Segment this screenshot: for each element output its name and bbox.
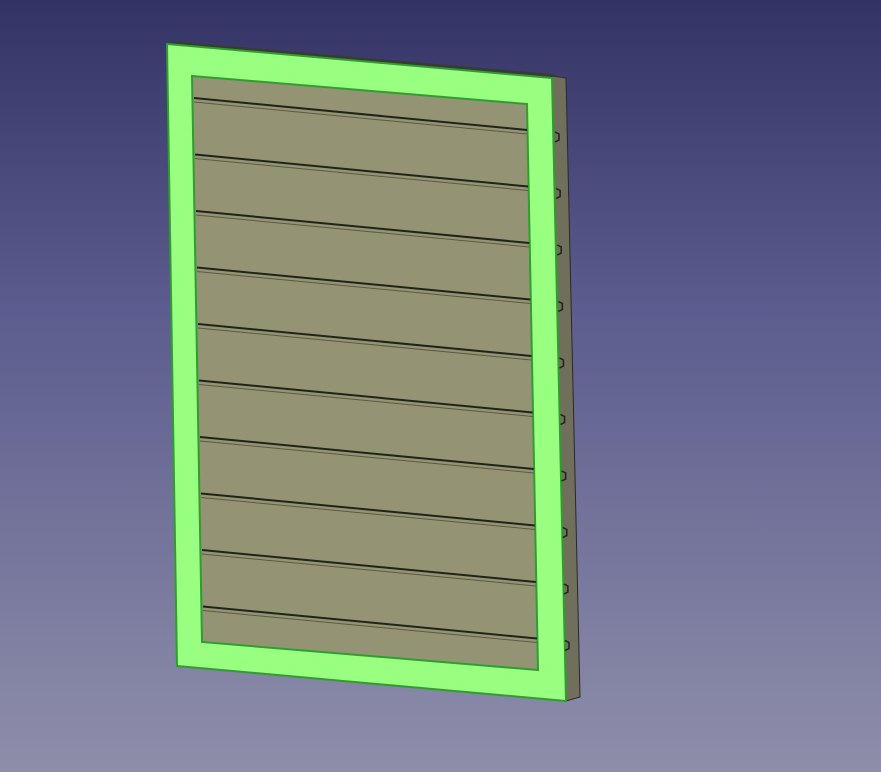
3d-viewport[interactable]: [0, 0, 881, 772]
3d-scene[interactable]: [0, 0, 881, 772]
